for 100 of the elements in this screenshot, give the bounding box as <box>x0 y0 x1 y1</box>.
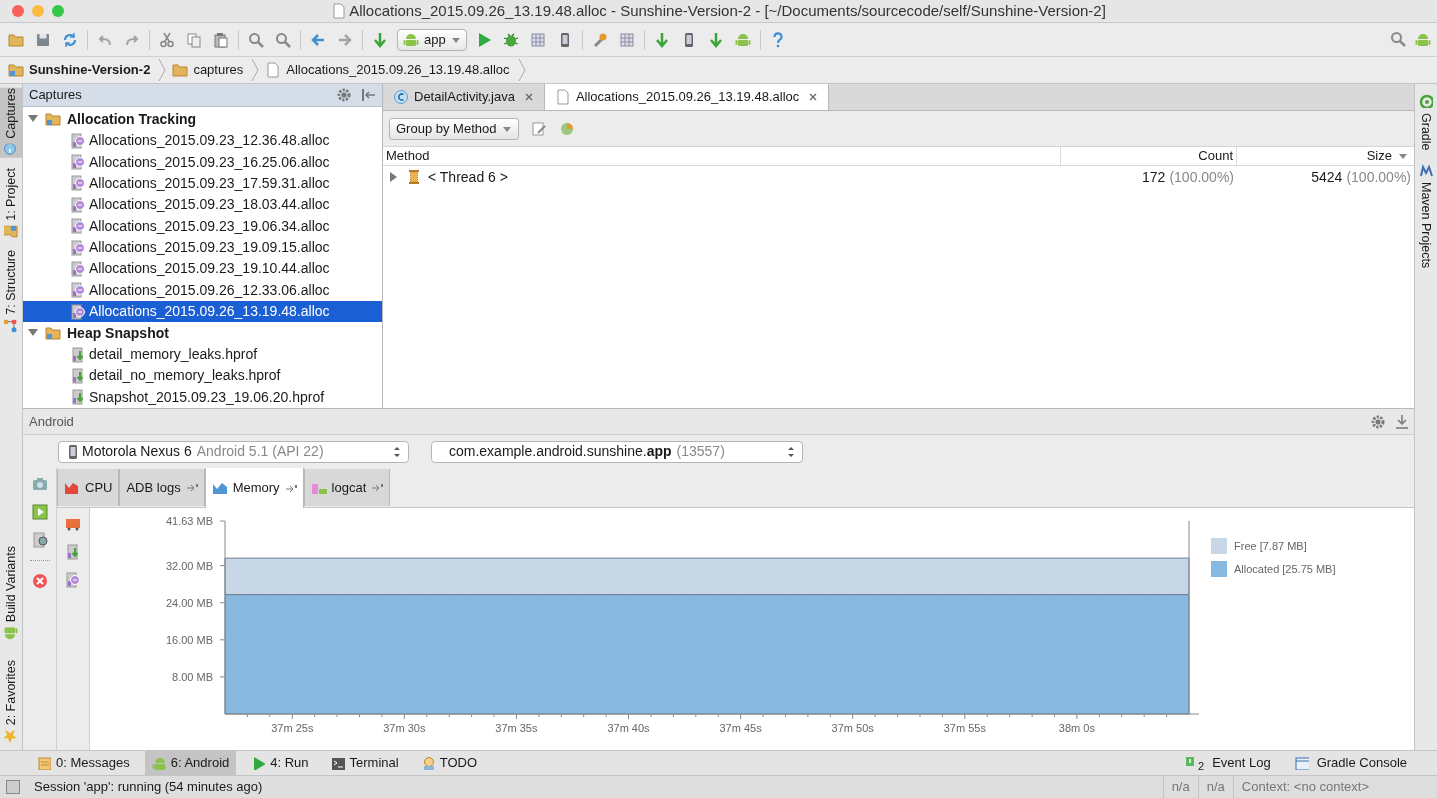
column-header[interactable]: Size <box>1366 146 1392 166</box>
allocation-file-icon <box>70 154 86 170</box>
tool-window-tab[interactable]: TODO <box>413 751 484 775</box>
tool-window-tab[interactable]: Terminal <box>323 751 406 775</box>
monitor-tab[interactable]: logcat <box>303 469 391 506</box>
folder-icon[interactable] <box>8 31 24 48</box>
close-window-button[interactable] <box>12 5 24 17</box>
chevron-icon <box>517 58 526 82</box>
camera-icon[interactable] <box>31 476 48 492</box>
tree-item[interactable]: Allocations_2015.09.26_12.33.06.alloc <box>23 279 382 302</box>
process-dropdown[interactable]: com.example.android.sunshine.app (13557) <box>431 440 803 463</box>
tool-window-tab[interactable]: 0: Messages <box>30 751 137 775</box>
tree-item[interactable]: Allocations_2015.09.23_18.03.44.alloc <box>23 194 382 216</box>
play-icon[interactable] <box>31 504 48 520</box>
edit-icon[interactable] <box>531 120 548 137</box>
back-icon[interactable] <box>310 31 326 48</box>
area-chart-icon <box>211 480 228 496</box>
allocation-icon[interactable] <box>65 572 81 588</box>
tree-item[interactable]: Allocations_2015.09.23_19.10.44.alloc <box>23 258 382 280</box>
tree-item[interactable]: Snapshot_2015.09.23_19.06.20.hprof <box>23 386 382 408</box>
tool-window-tab[interactable]: 6: Android <box>144 751 237 775</box>
tree-item[interactable]: Allocations_2015.09.26_13.19.48.alloc <box>23 301 382 323</box>
android-icon <box>403 31 419 48</box>
table-cell-text: < Thread 6 > <box>428 167 508 187</box>
project-folder-icon <box>8 62 24 78</box>
tree-item[interactable]: Allocations_2015.09.23_19.06.34.alloc <box>23 215 382 237</box>
axis-label: 38m 0s <box>1058 722 1095 734</box>
run-configuration-dropdown[interactable]: app <box>397 28 467 51</box>
grid-icon[interactable] <box>618 31 635 48</box>
pie-chart-icon[interactable] <box>559 120 576 137</box>
tree-item[interactable]: Allocations_2015.09.23_16.25.06.alloc <box>23 151 382 173</box>
tool-window-tab[interactable]: 7: Structure <box>0 249 22 334</box>
tool-window-tab[interactable]: 2 Event Log <box>1184 751 1271 775</box>
table-cell-text: (100.00%) <box>1169 167 1234 187</box>
zoom-window-button[interactable] <box>52 5 64 17</box>
tool-window-tab[interactable]: Build Variants <box>0 546 22 642</box>
tree-item[interactable]: Allocations_2015.09.23_12.36.48.alloc <box>23 129 382 152</box>
editor-tab[interactable]: Allocations_2015.09.26_13.19.48.alloc <box>544 84 830 110</box>
tool-window-tab[interactable]: 4: Run <box>244 751 316 775</box>
grid-icon[interactable] <box>529 31 546 48</box>
tree-item[interactable]: detail_memory_leaks.hprof <box>23 343 382 366</box>
tool-window-tab[interactable]: Maven Projects <box>1416 162 1436 268</box>
tree-item[interactable]: Heap Snapshot <box>67 322 169 344</box>
tool-window-tab[interactable]: 1: Project <box>0 167 22 240</box>
sync-icon[interactable] <box>62 31 78 48</box>
monitor-tab[interactable]: Memory <box>204 468 304 508</box>
structure-icon <box>4 319 18 334</box>
tool-window-tab[interactable]: 2: Favorites <box>0 659 22 744</box>
monitor-tab[interactable]: CPU <box>57 469 120 506</box>
legend-swatch <box>1211 538 1227 554</box>
group-by-dropdown[interactable]: Group by Method <box>389 117 520 140</box>
android-icon <box>4 627 18 642</box>
copy-icon[interactable] <box>186 31 202 48</box>
forward-icon[interactable] <box>337 31 353 48</box>
heap-dump-icon[interactable] <box>65 544 81 560</box>
tool-window-tab[interactable]: Captures <box>0 88 22 158</box>
captures-icon <box>4 143 18 158</box>
status-field: n/a <box>1162 776 1198 798</box>
allocation-file-icon <box>70 132 86 149</box>
tool-window-tab[interactable]: Gradle Console <box>1294 753 1407 773</box>
tree-item[interactable]: Allocations_2015.09.23_19.09.15.alloc <box>23 236 382 259</box>
caret-icon <box>450 35 461 44</box>
tree-item[interactable]: Allocations_2015.09.23_17.59.31.alloc <box>23 172 382 195</box>
download-icon[interactable] <box>653 31 670 48</box>
cut-icon[interactable] <box>159 31 175 48</box>
settings-icon[interactable] <box>336 86 352 103</box>
chevron-icon <box>158 58 167 82</box>
monitor-tab[interactable]: ADB logs <box>119 469 205 506</box>
settings-icon[interactable] <box>1370 413 1386 430</box>
close-icon <box>523 92 534 102</box>
paste-icon[interactable] <box>213 31 229 48</box>
search-icon[interactable] <box>275 31 291 48</box>
device-dropdown[interactable]: Motorola Nexus 6 Android 5.1 (API 22) <box>58 440 409 463</box>
collapse-icon[interactable] <box>360 86 376 103</box>
dump-icon[interactable] <box>31 532 48 548</box>
star-icon <box>4 730 18 744</box>
truck-icon[interactable] <box>65 516 81 532</box>
breadcrumb[interactable]: Allocations_2015.09.26_13.19.48.alloc <box>265 57 518 83</box>
stop-icon[interactable] <box>31 573 48 589</box>
android-icon[interactable] <box>1415 31 1431 48</box>
android-icon[interactable] <box>734 31 751 48</box>
download-icon[interactable] <box>707 31 724 48</box>
breadcrumb[interactable]: Sunshine-Version-2 <box>8 57 159 83</box>
breadcrumb[interactable]: captures <box>172 57 252 83</box>
search-icon[interactable] <box>248 31 264 48</box>
tree-item[interactable]: detail_no_memory_leaks.hprof <box>23 365 382 387</box>
hide-icon[interactable] <box>1394 413 1408 430</box>
column-header[interactable]: Count <box>1061 147 1237 165</box>
settings-icon[interactable] <box>591 31 608 48</box>
tree-item[interactable]: Allocation Tracking <box>67 108 197 130</box>
sort-icon <box>1398 152 1408 160</box>
search-icon[interactable] <box>1390 30 1408 49</box>
maven-icon <box>1419 162 1433 177</box>
tool-window-tab[interactable]: Gradle <box>1416 94 1436 151</box>
axis-label: 32.00 MB <box>165 559 213 572</box>
column-header[interactable]: Method <box>383 147 1061 165</box>
download-icon[interactable] <box>372 31 388 48</box>
save-icon[interactable] <box>35 31 51 48</box>
debug-icon[interactable] <box>502 31 519 48</box>
status-toggle-icon[interactable] <box>6 780 20 794</box>
